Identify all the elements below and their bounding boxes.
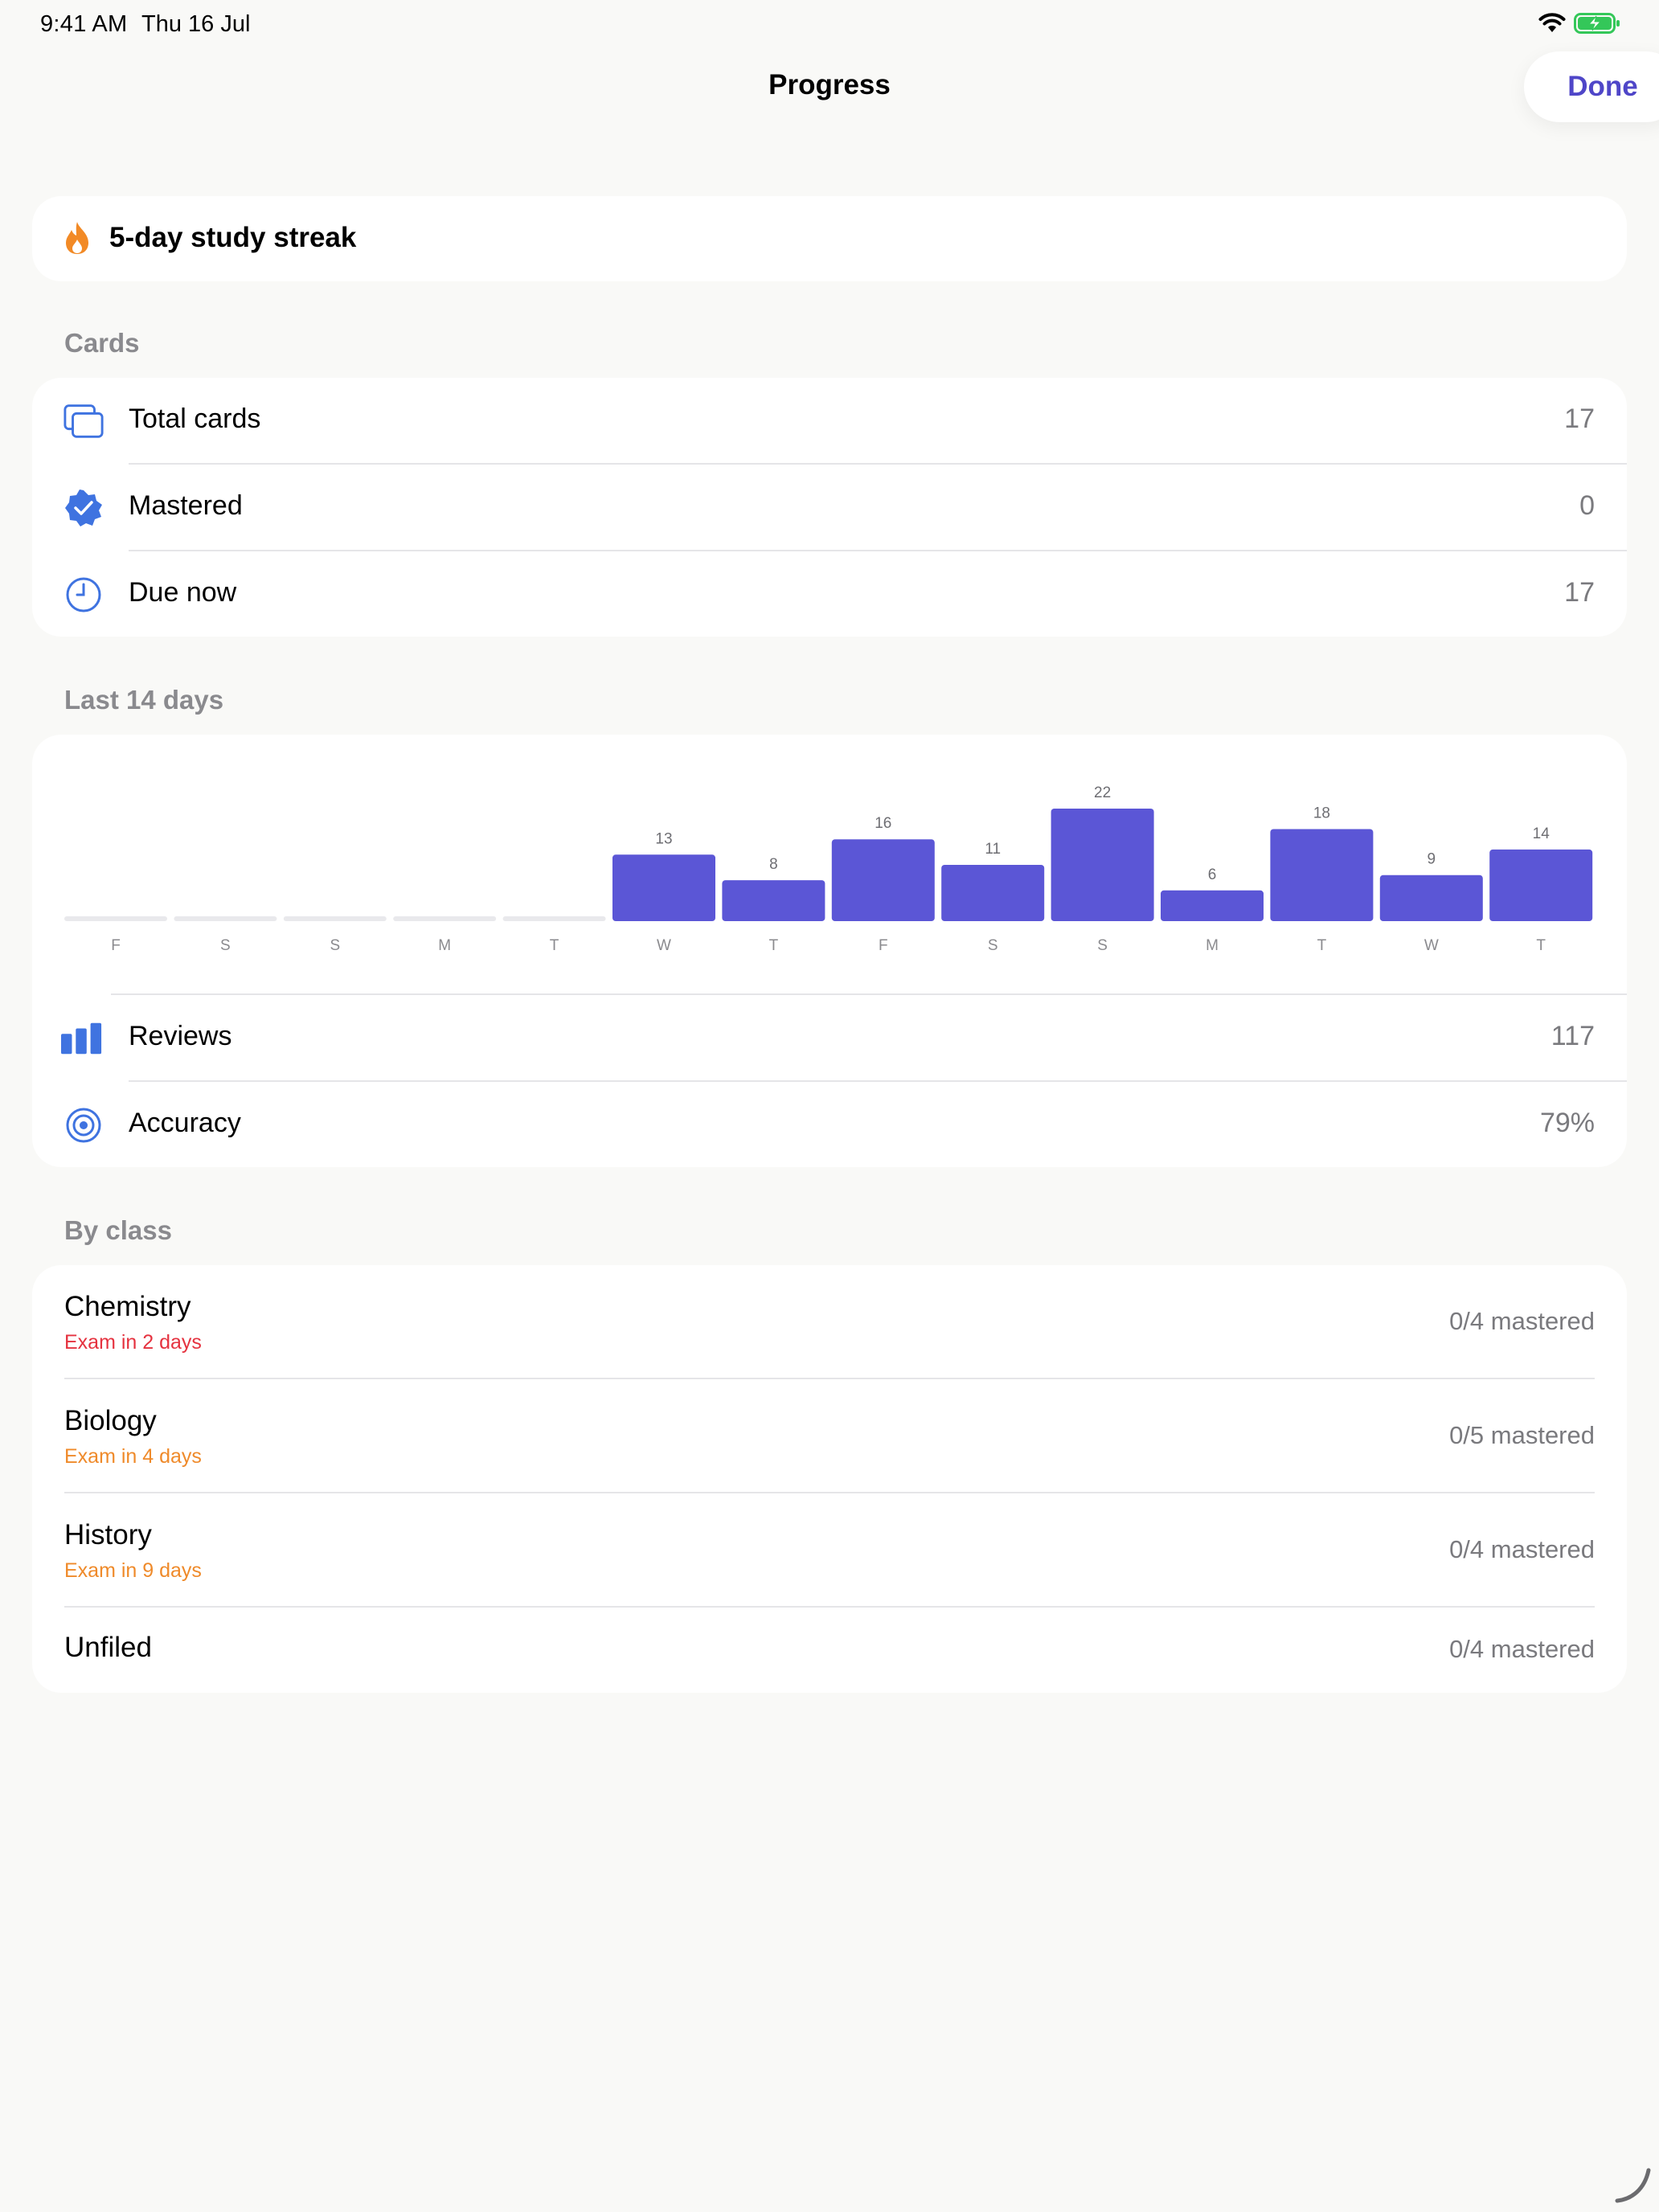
chart-bar xyxy=(612,854,715,921)
chart-bar xyxy=(1379,875,1483,921)
reviews-row: Reviews 117 xyxy=(32,995,1627,1082)
chart-bar xyxy=(1051,809,1154,921)
checkmark-seal-icon xyxy=(63,489,104,527)
class-exam-countdown: Exam in 9 days xyxy=(64,1559,202,1582)
class-row-history[interactable]: History Exam in 9 days 0/4 mastered xyxy=(32,1493,1627,1606)
chart-value-label: 16 xyxy=(875,815,891,832)
bar-chart-icon xyxy=(61,1019,103,1058)
chart-bar xyxy=(283,916,387,921)
chart-bar xyxy=(722,880,825,921)
chart-value-label: 6 xyxy=(1208,866,1217,883)
cards-icon xyxy=(63,402,104,440)
page-title: Progress xyxy=(768,69,891,100)
chart-value-label: 11 xyxy=(985,841,1001,858)
done-button[interactable]: Done xyxy=(1524,51,1659,122)
chart-value-label: 22 xyxy=(1094,784,1111,801)
class-row-biology[interactable]: Biology Exam in 4 days 0/5 mastered xyxy=(32,1379,1627,1492)
class-name: Chemistry xyxy=(64,1291,191,1322)
class-name: History xyxy=(64,1519,152,1550)
mastered-row: Mastered 0 xyxy=(32,465,1627,551)
chart-day-label: T xyxy=(769,937,779,954)
total-cards-value: 17 xyxy=(1564,403,1595,434)
chart-day-label: F xyxy=(879,937,888,954)
total-cards-row: Total cards 17 xyxy=(32,378,1627,465)
accuracy-row: Accuracy 79% xyxy=(32,1082,1627,1169)
clock-icon xyxy=(63,576,104,614)
chart-bar xyxy=(174,916,277,921)
total-cards-label: Total cards xyxy=(129,403,261,434)
class-row-unfiled[interactable]: Unfiled 0/4 mastered xyxy=(32,1608,1627,1693)
chart-day-label: W xyxy=(1424,937,1439,954)
reviews-label: Reviews xyxy=(129,1021,232,1051)
chart-day-label: F xyxy=(111,937,121,954)
status-date: Thu 16 Jul xyxy=(141,11,251,37)
due-now-value: 17 xyxy=(1564,577,1595,608)
chart-bar xyxy=(1270,829,1374,921)
accuracy-label: Accuracy xyxy=(129,1108,241,1138)
chart-day-label: T xyxy=(550,937,559,954)
class-mastery: 0/4 mastered xyxy=(1449,1635,1595,1663)
accuracy-value: 79% xyxy=(1539,1108,1595,1138)
chart-day-label: T xyxy=(1317,937,1327,954)
class-mastery: 0/5 mastered xyxy=(1449,1421,1595,1449)
class-mastery: 0/4 mastered xyxy=(1449,1307,1595,1335)
class-name: Biology xyxy=(64,1405,157,1436)
target-icon xyxy=(63,1106,104,1145)
class-exam-countdown: Exam in 4 days xyxy=(64,1445,202,1468)
chart-day-label: T xyxy=(1536,937,1546,954)
chart-bar xyxy=(831,839,935,921)
window-resize-handle-icon[interactable] xyxy=(1612,2164,1653,2204)
chart-day-label: S xyxy=(220,937,231,954)
flame-icon xyxy=(66,222,88,254)
chart-bar xyxy=(1161,890,1264,921)
class-exam-countdown: Exam in 2 days xyxy=(64,1331,202,1354)
status-bar: 9:41 AM Thu 16 Jul xyxy=(0,0,1659,51)
battery-icon xyxy=(1574,13,1620,34)
chart-value-label: 14 xyxy=(1533,825,1550,842)
mastered-value: 0 xyxy=(1579,490,1595,521)
section-header-by-class: By class xyxy=(64,1215,172,1245)
activity-card: F S S M T 13 W 8 T 16 F 11 S 22 S 6 M 18 T 9 W 14 T Reviews 11… xyxy=(32,735,1627,1167)
chart-value-label: 8 xyxy=(769,856,778,873)
class-mastery: 0/4 mastered xyxy=(1449,1535,1595,1563)
chart-bar xyxy=(393,916,497,921)
chart-day-label: W xyxy=(657,937,671,954)
reviews-bar-chart: F S S M T 13 W 8 T 16 F 11 S 22 S 6 M 18 T 9 W 14 T xyxy=(64,784,1593,954)
mastered-label: Mastered xyxy=(129,490,243,521)
chart-value-label: 9 xyxy=(1428,851,1436,868)
due-now-label: Due now xyxy=(129,577,237,608)
chart-value-label: 13 xyxy=(655,830,672,847)
status-icons xyxy=(1538,13,1620,34)
chart-day-label: M xyxy=(438,937,451,954)
reviews-value: 117 xyxy=(1550,1021,1595,1051)
class-list-card: Chemistry Exam in 2 days 0/4 mastered Bi… xyxy=(32,1265,1627,1693)
chart-bar xyxy=(502,916,606,921)
chart-day-label: S xyxy=(988,937,998,954)
chart-bar xyxy=(1489,849,1593,921)
streak-text: 5-day study streak xyxy=(109,222,357,253)
cards-stats-card: Total cards 17 Mastered 0 Due now 17 xyxy=(32,378,1627,637)
chart-bar xyxy=(64,916,167,921)
chart-day-label: S xyxy=(1097,937,1108,954)
class-name: Unfiled xyxy=(64,1632,152,1663)
status-time: 9:41 AM xyxy=(40,11,128,37)
chart-bar xyxy=(941,865,1045,921)
class-row-chemistry[interactable]: Chemistry Exam in 2 days 0/4 mastered xyxy=(32,1265,1627,1378)
chart-day-label: M xyxy=(1206,937,1219,954)
chart-value-label: 18 xyxy=(1313,805,1330,822)
section-header-cards: Cards xyxy=(64,328,140,358)
chart-day-label: S xyxy=(330,937,340,954)
wifi-icon xyxy=(1538,13,1566,32)
streak-card: 5-day study streak xyxy=(32,196,1627,281)
due-now-row: Due now 17 xyxy=(32,551,1627,638)
section-header-last-14-days: Last 14 days xyxy=(64,685,224,715)
